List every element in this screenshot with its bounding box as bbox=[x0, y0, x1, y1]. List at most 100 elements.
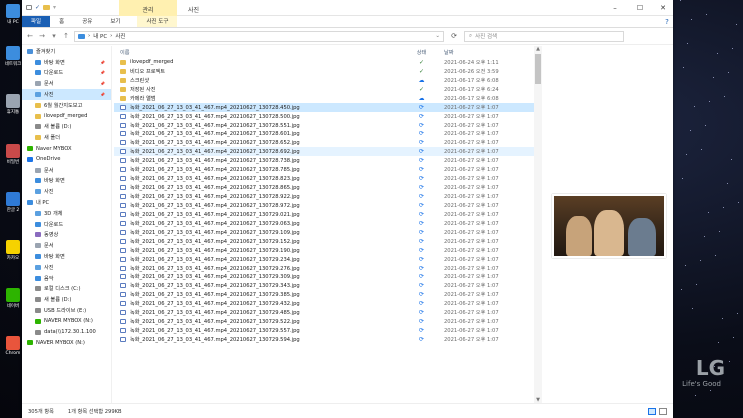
vertical-scrollbar[interactable]: ▲ ▼ bbox=[534, 46, 542, 403]
file-row[interactable]: 비디오 프로젝트 ✓ 2021-06-26 오전 3:59 bbox=[114, 67, 534, 76]
desktop-icon[interactable]: 한글 2 bbox=[3, 192, 23, 213]
tab-picture-tools[interactable]: 사진 도구 bbox=[137, 16, 178, 27]
nav-item[interactable]: NAVER MYBOX (N:) bbox=[22, 316, 111, 327]
file-row[interactable]: 녹화_2021_06_27_13_03_41_467.mp4_20210627_… bbox=[114, 228, 534, 237]
tab-home[interactable]: 홈 bbox=[50, 16, 73, 27]
nav-item[interactable]: 문서 📌 bbox=[22, 78, 111, 89]
large-icons-view-icon[interactable] bbox=[659, 407, 667, 415]
file-row[interactable]: 녹화_2021_06_27_13_03_41_467.mp4_20210627_… bbox=[114, 201, 534, 210]
nav-item[interactable]: 사진 📌 bbox=[22, 89, 111, 100]
file-row[interactable]: 녹화_2021_06_27_13_03_41_467.mp4_20210627_… bbox=[114, 317, 534, 326]
file-row[interactable]: 녹화_2021_06_27_13_03_41_467.mp4_20210627_… bbox=[114, 273, 534, 282]
nav-item[interactable]: 6월 월간지도보고 bbox=[22, 100, 111, 111]
forward-icon[interactable]: → bbox=[38, 32, 46, 40]
quick-access-dropdown-icon[interactable]: ▾ bbox=[53, 4, 56, 11]
nav-item[interactable]: 문서 bbox=[22, 165, 111, 176]
help-icon[interactable]: ? bbox=[661, 16, 673, 27]
file-row[interactable]: 녹화_2021_06_27_13_03_41_467.mp4_20210627_… bbox=[114, 156, 534, 165]
column-status[interactable]: 상태 bbox=[399, 49, 444, 56]
address-path[interactable]: › 내 PC › 사진 ⌄ bbox=[74, 30, 444, 42]
file-row[interactable]: 녹화_2021_06_27_13_03_41_467.mp4_20210627_… bbox=[114, 299, 534, 308]
nav-item[interactable]: 바탕 화면 bbox=[22, 251, 111, 262]
folder-icon[interactable] bbox=[43, 5, 51, 10]
desktop-icon[interactable]: 휴지통 bbox=[3, 94, 23, 115]
scroll-up-icon[interactable]: ▲ bbox=[534, 46, 542, 52]
nav-item[interactable]: NAVER MYBOX (N:) bbox=[22, 338, 111, 349]
file-row[interactable]: 녹화_2021_06_27_13_03_41_467.mp4_20210627_… bbox=[114, 210, 534, 219]
search-box[interactable]: ⌕ 사진 검색 bbox=[464, 30, 624, 42]
file-row[interactable]: 스크린샷 ☁ 2021-06-17 오후 6:08 bbox=[114, 76, 534, 85]
desktop-icon[interactable]: Chrom bbox=[3, 336, 23, 356]
nav-item[interactable]: 사진 bbox=[22, 262, 111, 273]
file-row[interactable]: 녹화_2021_06_27_13_03_41_467.mp4_20210627_… bbox=[114, 174, 534, 183]
column-name[interactable]: 이름 bbox=[114, 49, 399, 56]
file-row[interactable]: 녹화_2021_06_27_13_03_41_467.mp4_20210627_… bbox=[114, 326, 534, 335]
file-row[interactable]: 녹화_2021_06_27_13_03_41_467.mp4_20210627_… bbox=[114, 308, 534, 317]
nav-item[interactable]: USB 드라이브 (E:) bbox=[22, 305, 111, 316]
nav-item[interactable]: 바탕 화면 📌 bbox=[22, 57, 111, 68]
file-row[interactable]: 녹화_2021_06_27_13_03_41_467.mp4_20210627_… bbox=[114, 121, 534, 130]
star bbox=[705, 125, 706, 126]
file-row[interactable]: 녹화_2021_06_27_13_03_41_467.mp4_20210627_… bbox=[114, 183, 534, 192]
close-button[interactable]: ✕ bbox=[653, 0, 673, 16]
file-row[interactable]: 녹화_2021_06_27_13_03_41_467.mp4_20210627_… bbox=[114, 130, 534, 139]
file-row[interactable]: 녹화_2021_06_27_13_03_41_467.mp4_20210627_… bbox=[114, 290, 534, 299]
nav-item[interactable]: ilovepdf_merged bbox=[22, 111, 111, 122]
file-row[interactable]: 저장된 사진 ✓ 2021-06-17 오후 6:24 bbox=[114, 85, 534, 94]
file-row[interactable]: 녹화_2021_06_27_13_03_41_467.mp4_20210627_… bbox=[114, 237, 534, 246]
nav-item[interactable]: 사진 bbox=[22, 186, 111, 197]
file-row[interactable]: 녹화_2021_06_27_13_03_41_467.mp4_20210627_… bbox=[114, 335, 534, 344]
tab-view[interactable]: 보기 bbox=[101, 16, 129, 27]
nav-item[interactable]: 새 볼륨 (D:) bbox=[22, 294, 111, 305]
checkbox-icon[interactable]: ✓ bbox=[35, 4, 40, 11]
details-view-icon[interactable] bbox=[648, 407, 656, 415]
nav-item[interactable]: Naver MYBOX bbox=[22, 143, 111, 154]
nav-item[interactable]: 동영상 bbox=[22, 230, 111, 241]
recent-dropdown-icon[interactable]: ▾ bbox=[50, 32, 58, 40]
file-row[interactable]: 녹화_2021_06_27_13_03_41_467.mp4_20210627_… bbox=[114, 165, 534, 174]
file-row[interactable]: 녹화_2021_06_27_13_03_41_467.mp4_20210627_… bbox=[114, 281, 534, 290]
file-row[interactable]: 카메라 앨범 ☁ 2021-06-17 오후 6:08 bbox=[114, 94, 534, 103]
nav-item[interactable]: 문서 bbox=[22, 240, 111, 251]
path-segment-pc[interactable]: 내 PC bbox=[93, 32, 107, 40]
file-row[interactable]: 녹화_2021_06_27_13_03_41_467.mp4_20210627_… bbox=[114, 255, 534, 264]
minimize-button[interactable]: – bbox=[605, 0, 625, 16]
back-icon[interactable]: ← bbox=[26, 32, 34, 40]
nav-item[interactable]: 3D 개체 bbox=[22, 208, 111, 219]
scroll-thumb[interactable] bbox=[535, 54, 541, 84]
tab-share[interactable]: 공유 bbox=[73, 16, 101, 27]
file-row[interactable]: 녹화_2021_06_27_13_03_41_467.mp4_20210627_… bbox=[114, 147, 534, 157]
nav-item[interactable]: 즐겨찾기 bbox=[22, 46, 111, 57]
up-icon[interactable]: ↑ bbox=[62, 32, 70, 40]
nav-item[interactable]: 음악 bbox=[22, 273, 111, 284]
refresh-icon[interactable]: ⟳ bbox=[448, 32, 460, 40]
nav-item[interactable]: 새 볼륨 (D:) bbox=[22, 122, 111, 133]
file-row[interactable]: 녹화_2021_06_27_13_03_41_467.mp4_20210627_… bbox=[114, 102, 534, 112]
path-segment-pictures[interactable]: 사진 bbox=[115, 32, 125, 40]
nav-item[interactable]: data(\\172.30.1.100 bbox=[22, 327, 111, 338]
desktop-icon[interactable]: 네이버 bbox=[3, 288, 23, 309]
nav-item-label: 6월 월간지도보고 bbox=[44, 102, 83, 109]
file-row[interactable]: 녹화_2021_06_27_13_03_41_467.mp4_20210627_… bbox=[114, 112, 534, 121]
path-dropdown-icon[interactable]: ⌄ bbox=[435, 33, 440, 39]
maximize-button[interactable]: ☐ bbox=[630, 0, 650, 16]
nav-item[interactable]: 내 PC bbox=[22, 197, 111, 208]
file-row[interactable]: 녹화_2021_06_27_13_03_41_467.mp4_20210627_… bbox=[114, 219, 534, 228]
nav-item[interactable]: 로컬 디스크 (C:) bbox=[22, 284, 111, 295]
file-row[interactable]: 녹화_2021_06_27_13_03_41_467.mp4_20210627_… bbox=[114, 192, 534, 201]
desktop-icon[interactable]: 네트워크 bbox=[3, 46, 23, 67]
file-row[interactable]: 녹화_2021_06_27_13_03_41_467.mp4_20210627_… bbox=[114, 246, 534, 255]
file-row[interactable]: ilovepdf_merged ✓ 2021-06-24 오후 1:11 bbox=[114, 58, 534, 67]
file-row[interactable]: 녹화_2021_06_27_13_03_41_467.mp4_20210627_… bbox=[114, 264, 534, 273]
desktop-icon[interactable]: 카카오 bbox=[3, 240, 23, 261]
column-date[interactable]: 날짜 bbox=[444, 49, 534, 56]
desktop-icon[interactable]: 비밀번 bbox=[3, 144, 23, 165]
nav-item[interactable]: 새 폴더 bbox=[22, 132, 111, 143]
nav-item[interactable]: 바탕 화면 bbox=[22, 176, 111, 187]
nav-item[interactable]: OneDrive bbox=[22, 154, 111, 165]
file-row[interactable]: 녹화_2021_06_27_13_03_41_467.mp4_20210627_… bbox=[114, 138, 534, 147]
desktop-icon[interactable]: 내 PC bbox=[3, 4, 23, 25]
nav-item[interactable]: 다운로드 bbox=[22, 219, 111, 230]
nav-item[interactable]: 다운로드 📌 bbox=[22, 68, 111, 79]
tab-file[interactable]: 파일 bbox=[22, 16, 51, 27]
